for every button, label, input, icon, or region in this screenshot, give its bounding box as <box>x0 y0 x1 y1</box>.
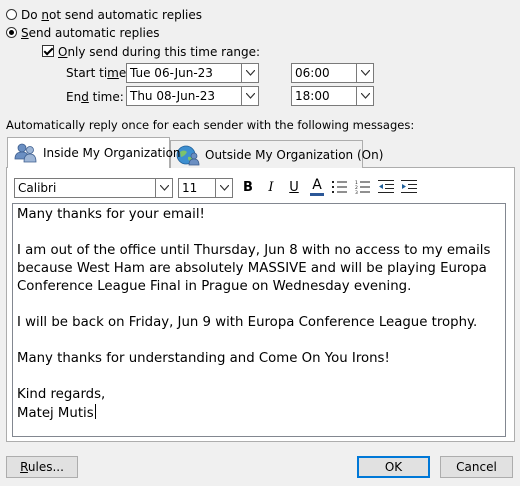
people-icon <box>14 143 37 163</box>
signature-line: Matej Mutis <box>17 404 501 423</box>
font-color-button[interactable]: A <box>308 177 326 197</box>
chevron-down-icon <box>361 93 370 99</box>
chevron-down-icon <box>246 93 255 99</box>
signature-name: Matej Mutis <box>17 406 94 421</box>
chevron-down-icon <box>246 70 255 76</box>
label-part: time: <box>88 90 124 104</box>
start-time-dropdown[interactable] <box>356 63 374 83</box>
tab-inside-label: Inside My Organization <box>43 146 181 160</box>
no-replies-radio[interactable] <box>6 9 17 20</box>
rules-label-rest: ules... <box>27 460 64 474</box>
end-date-field[interactable]: Thu 08-Jun-23 <box>126 86 242 106</box>
mnemonic: S <box>21 26 29 40</box>
svg-text:3: 3 <box>355 190 358 194</box>
message-editor[interactable]: Many thanks for your email! I am out of … <box>12 203 506 437</box>
start-date-field[interactable]: Tue 06-Jun-23 <box>126 63 242 83</box>
start-date-dropdown[interactable] <box>241 63 259 83</box>
end-time-dropdown[interactable] <box>356 86 374 106</box>
tab-outside-label: Outside My Organization (On) <box>205 148 384 162</box>
end-time-field[interactable]: 18:00 <box>291 86 357 106</box>
end-time-label: End time: <box>66 90 124 104</box>
underline-button[interactable]: U <box>285 179 303 197</box>
send-replies-label: Send automatic replies <box>21 26 160 40</box>
message-line: I will be back on Friday, Jun 9 with Eur… <box>17 315 478 330</box>
font-name-field[interactable]: Calibri <box>14 178 156 198</box>
message-line: Many thanks for your email! <box>17 207 205 222</box>
chevron-down-icon <box>220 185 229 191</box>
decrease-indent-icon[interactable] <box>378 180 394 194</box>
rules-button[interactable]: Rules... <box>6 456 78 478</box>
font-color-bar <box>310 193 324 196</box>
chevron-down-icon <box>361 70 370 76</box>
font-size-dropdown[interactable] <box>215 178 233 198</box>
message-line: Kind regards, <box>17 387 106 402</box>
start-time-label: Start time: <box>66 66 130 80</box>
label-part: Start ti <box>66 66 108 80</box>
text-caret <box>94 404 96 419</box>
label-part: En <box>66 90 82 104</box>
message-line: I am out of the office until Thursday, J… <box>17 243 495 294</box>
font-size-field[interactable]: 11 <box>178 178 216 198</box>
mnemonic: O <box>58 45 68 59</box>
mnemonic: d <box>81 90 89 104</box>
instructions-text: Automatically reply once for each sender… <box>6 118 415 132</box>
time-range-label: Only send during this time range: <box>58 45 261 59</box>
start-time-field[interactable]: 06:00 <box>291 63 357 83</box>
end-date-dropdown[interactable] <box>241 86 259 106</box>
message-line: Many thanks for understanding and Come O… <box>17 351 390 366</box>
font-name-dropdown[interactable] <box>155 178 173 198</box>
mnemonic: n <box>41 8 50 22</box>
mnemonic: m <box>107 66 119 80</box>
cancel-button[interactable]: Cancel <box>440 456 513 478</box>
ok-button[interactable]: OK <box>357 456 430 478</box>
numbering-icon[interactable]: 1 2 3 <box>355 180 371 194</box>
send-replies-radio[interactable] <box>6 27 17 38</box>
italic-button[interactable]: I <box>262 179 280 197</box>
font-color-letter: A <box>312 177 322 193</box>
tab-outside-organization[interactable]: Outside My Organization (On) <box>170 140 383 168</box>
bold-button[interactable]: B <box>239 179 257 197</box>
no-replies-label: Do not send automatic replies <box>21 8 203 22</box>
increase-indent-icon[interactable] <box>401 180 417 194</box>
bullets-icon[interactable] <box>332 180 348 194</box>
chevron-down-icon <box>160 185 169 191</box>
tab-inside-organization[interactable]: Inside My Organization <box>7 137 181 168</box>
time-range-checkbox[interactable] <box>42 45 54 57</box>
mnemonic: R <box>20 460 28 474</box>
